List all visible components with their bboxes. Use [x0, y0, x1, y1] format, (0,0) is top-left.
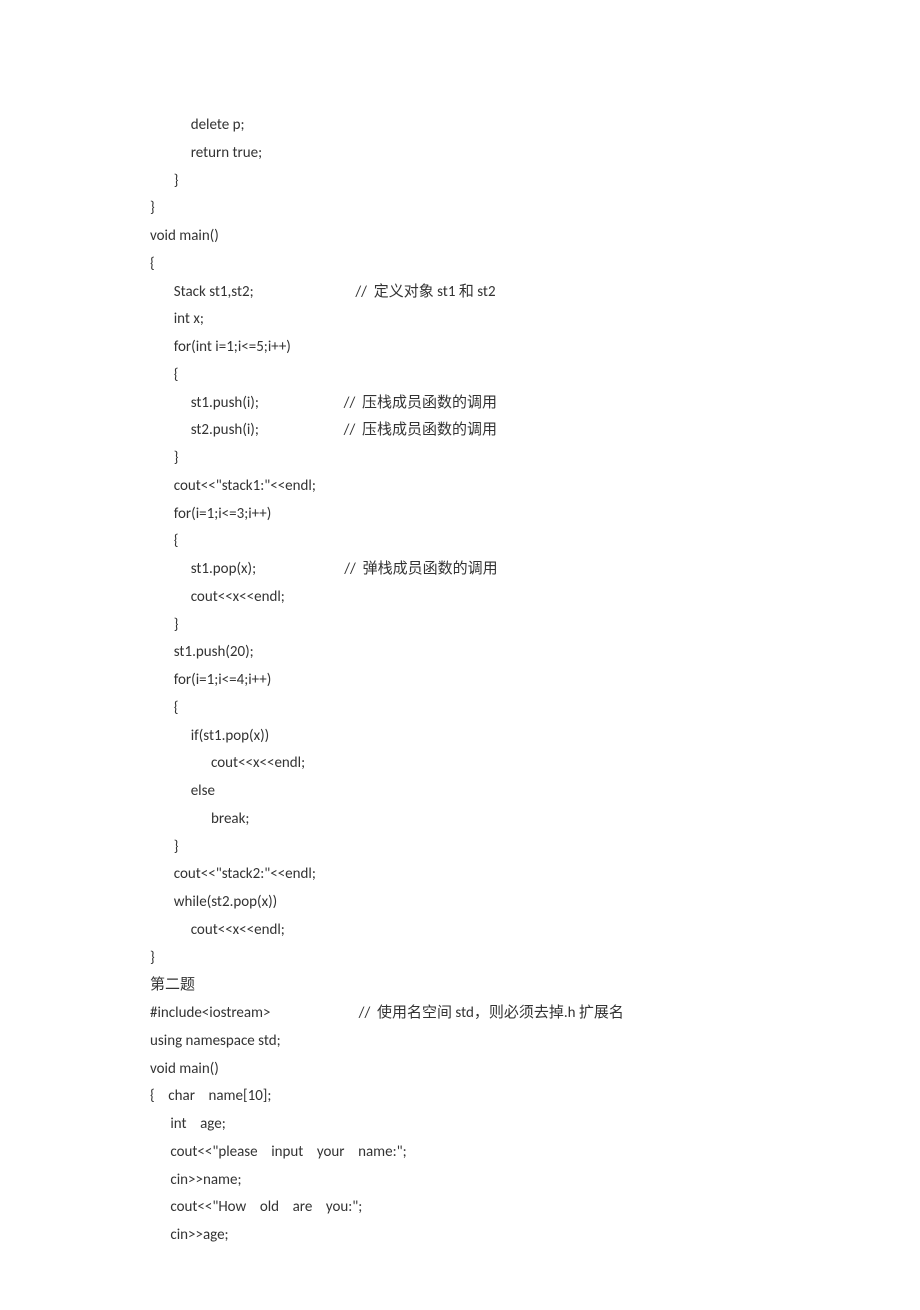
code-line: int age; — [150, 1111, 770, 1139]
code-line: st2.push(i); // 压栈成员函数的调用 — [150, 417, 770, 445]
code-line: cout<<x<<endl; — [150, 750, 770, 778]
code-line: return true; — [150, 140, 770, 168]
code-line: cout<<"please input your name:"; — [150, 1139, 770, 1167]
code-line: cin>>name; — [150, 1167, 770, 1195]
code-line: cout<<"stack2:"<<endl; — [150, 861, 770, 889]
code-line: } — [150, 612, 770, 640]
code-line: int x; — [150, 306, 770, 334]
code-line: st1.push(20); — [150, 639, 770, 667]
code-line: cout<<"How old are you:"; — [150, 1194, 770, 1222]
code-line: for(i=1;i<=4;i++) — [150, 667, 770, 695]
code-line: cout<<x<<endl; — [150, 584, 770, 612]
code-line: for(int i=1;i<=5;i++) — [150, 334, 770, 362]
code-line: #include<iostream> // 使用名空间 std，则必须去掉.h … — [150, 1000, 770, 1028]
code-line: { — [150, 251, 770, 279]
code-line: break; — [150, 806, 770, 834]
code-line: } — [150, 168, 770, 196]
code-line: st1.pop(x); // 弹栈成员函数的调用 — [150, 556, 770, 584]
code-line: } — [150, 195, 770, 223]
code-line: { char name[10]; — [150, 1083, 770, 1111]
code-line: void main() — [150, 223, 770, 251]
code-line: { — [150, 528, 770, 556]
section-title: 第二题 — [150, 972, 770, 1000]
code-line: } — [150, 445, 770, 473]
code-line: for(i=1;i<=3;i++) — [150, 501, 770, 529]
code-line: cout<<"stack1:"<<endl; — [150, 473, 770, 501]
code-line: else — [150, 778, 770, 806]
code-line: { — [150, 362, 770, 390]
code-line: if(st1.pop(x)) — [150, 723, 770, 751]
code-line: } — [150, 945, 770, 973]
code-line: while(st2.pop(x)) — [150, 889, 770, 917]
code-line: { — [150, 695, 770, 723]
code-line: cin>>age; — [150, 1222, 770, 1250]
code-line: using namespace std; — [150, 1028, 770, 1056]
code-line: delete p; — [150, 112, 770, 140]
code-line: Stack st1,st2; // 定义对象 st1 和 st2 — [150, 279, 770, 307]
code-line: st1.push(i); // 压栈成员函数的调用 — [150, 390, 770, 418]
code-line: } — [150, 834, 770, 862]
code-line: cout<<x<<endl; — [150, 917, 770, 945]
document-page: delete p; return true; } } void main() {… — [0, 0, 920, 1310]
code-line: void main() — [150, 1056, 770, 1084]
